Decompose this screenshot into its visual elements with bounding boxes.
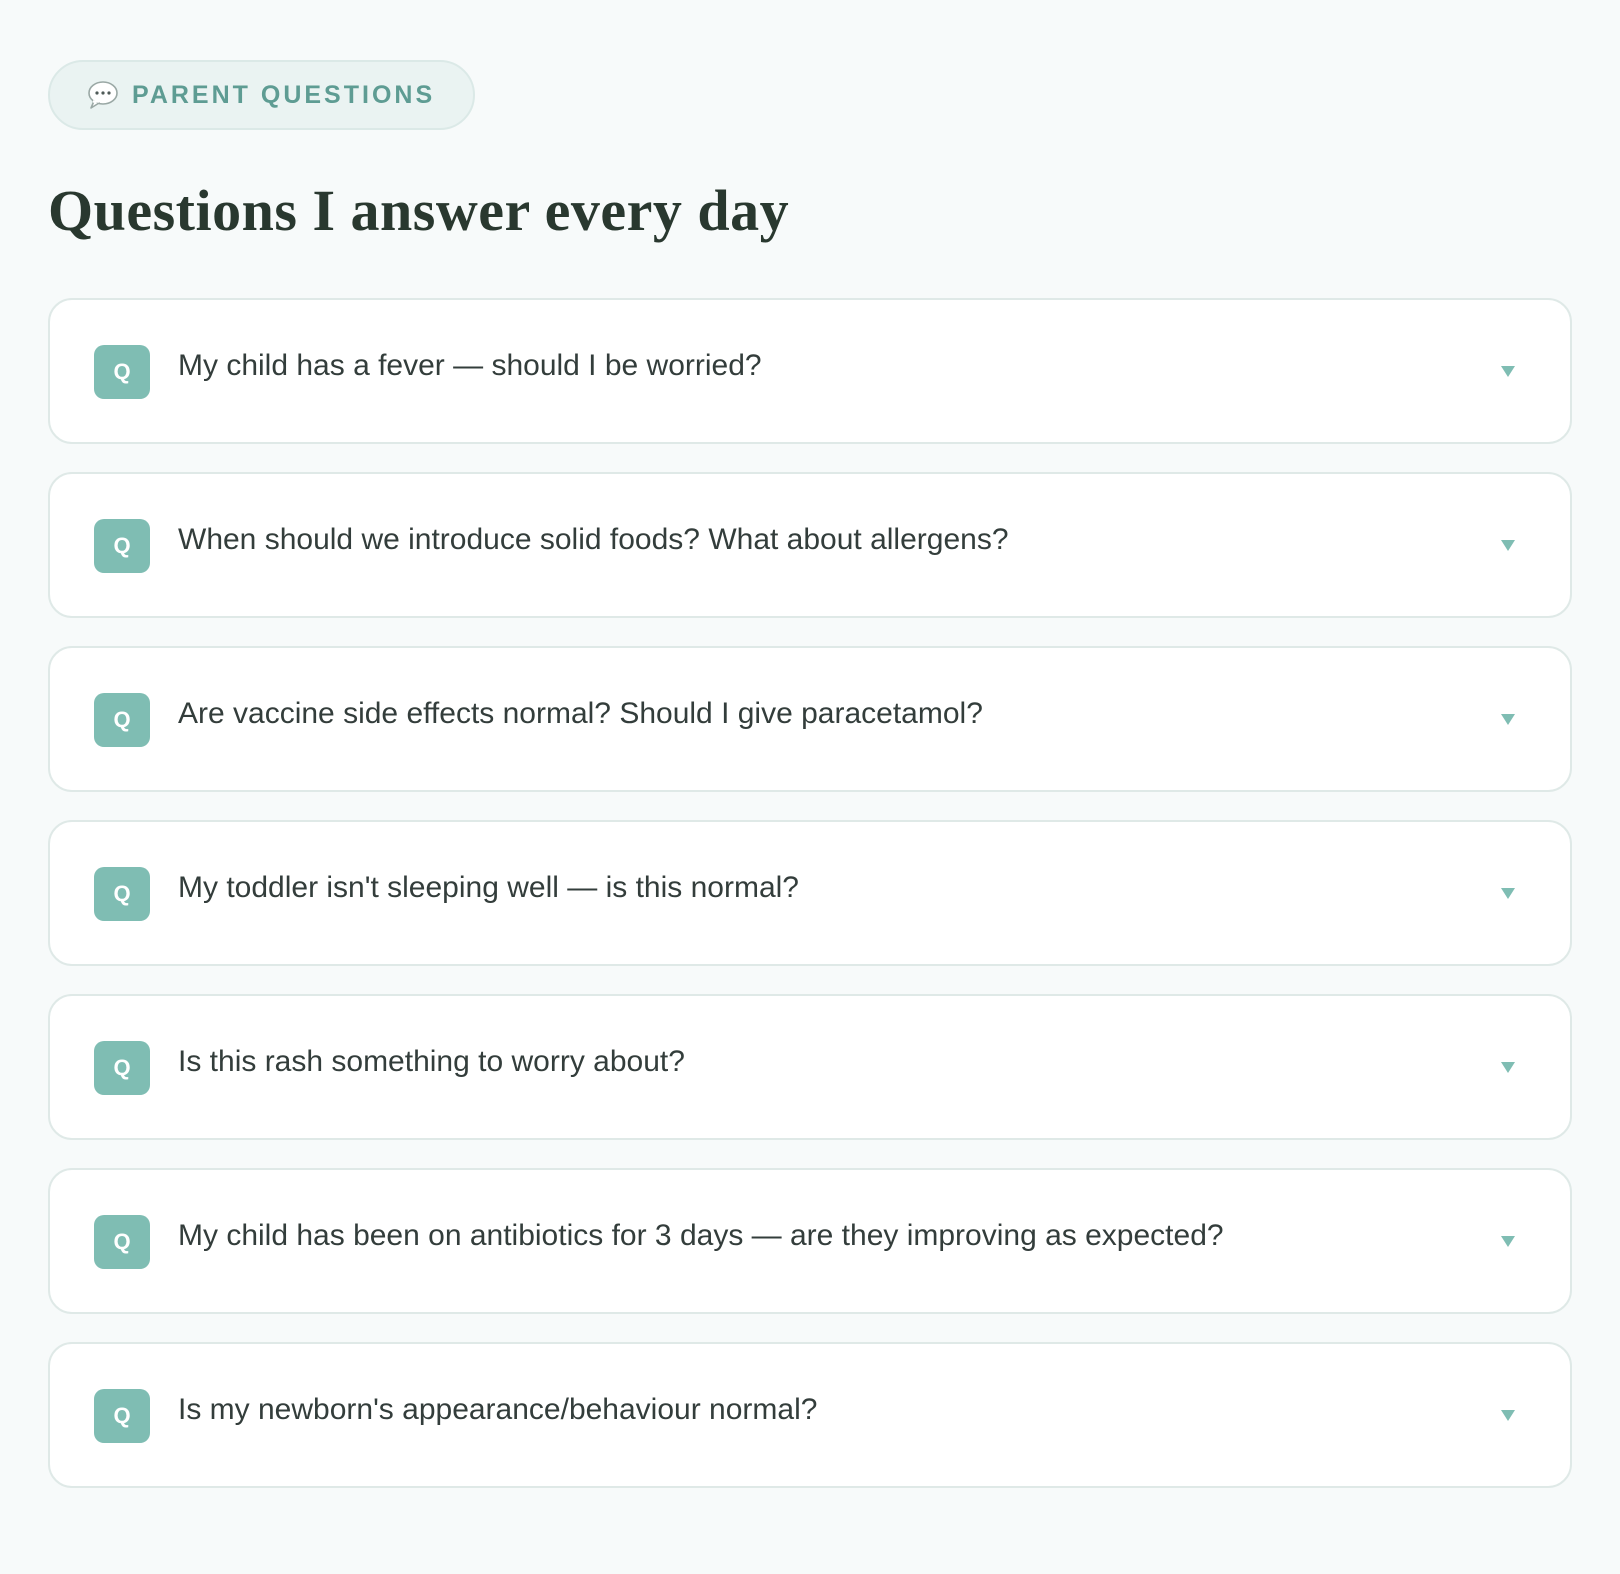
section-badge: PARENT QUESTIONS [48, 60, 476, 130]
section-title: Questions I answer every day [48, 178, 790, 243]
question-text: Is my newborn's appearance/behaviour nor… [178, 1393, 818, 1426]
chevron-down-icon[interactable] [1496, 1229, 1520, 1253]
question-badge: Q [94, 519, 150, 573]
chevron-down-icon[interactable] [1496, 1403, 1520, 1427]
faq-item-1[interactable]: Q My child has a fever — should I be wor… [48, 298, 1572, 444]
faq-item-4[interactable]: Q My toddler isn't sleeping well — is th… [48, 820, 1572, 966]
question-text: Are vaccine side effects normal? Should … [178, 697, 983, 730]
question-badge: Q [94, 1215, 150, 1269]
chevron-down-icon[interactable] [1496, 707, 1520, 731]
faq-list: Q My child has a fever — should I be wor… [48, 298, 1572, 1488]
faq-item-6[interactable]: Q My child has been on antibiotics for 3… [48, 1168, 1572, 1314]
question-badge: Q [94, 867, 150, 921]
question-text: Is this rash something to worry about? [178, 1045, 685, 1078]
section-badge-label: PARENT QUESTIONS [132, 80, 436, 109]
chevron-down-icon[interactable] [1496, 533, 1520, 557]
faq-item-2[interactable]: Q When should we introduce solid foods? … [48, 472, 1572, 618]
question-badge: Q [94, 1389, 150, 1443]
question-text: My child has a fever — should I be worri… [178, 349, 762, 382]
question-badge: Q [94, 1041, 150, 1095]
question-text: My toddler isn't sleeping well — is this… [178, 871, 799, 904]
faq-item-5[interactable]: Q Is this rash something to worry about? [48, 994, 1572, 1140]
chevron-down-icon[interactable] [1496, 881, 1520, 905]
chevron-down-icon[interactable] [1496, 1055, 1520, 1079]
speech-bubble-icon [86, 80, 120, 110]
chevron-down-icon[interactable] [1496, 359, 1520, 383]
question-badge: Q [94, 693, 150, 747]
faq-section: PARENT QUESTIONS Questions I answer ever… [48, 60, 1572, 1516]
faq-item-7[interactable]: Q Is my newborn's appearance/behaviour n… [48, 1342, 1572, 1488]
question-badge: Q [94, 345, 150, 399]
question-text: My child has been on antibiotics for 3 d… [178, 1219, 1224, 1252]
faq-item-3[interactable]: Q Are vaccine side effects normal? Shoul… [48, 646, 1572, 792]
question-text: When should we introduce solid foods? Wh… [178, 523, 1009, 556]
